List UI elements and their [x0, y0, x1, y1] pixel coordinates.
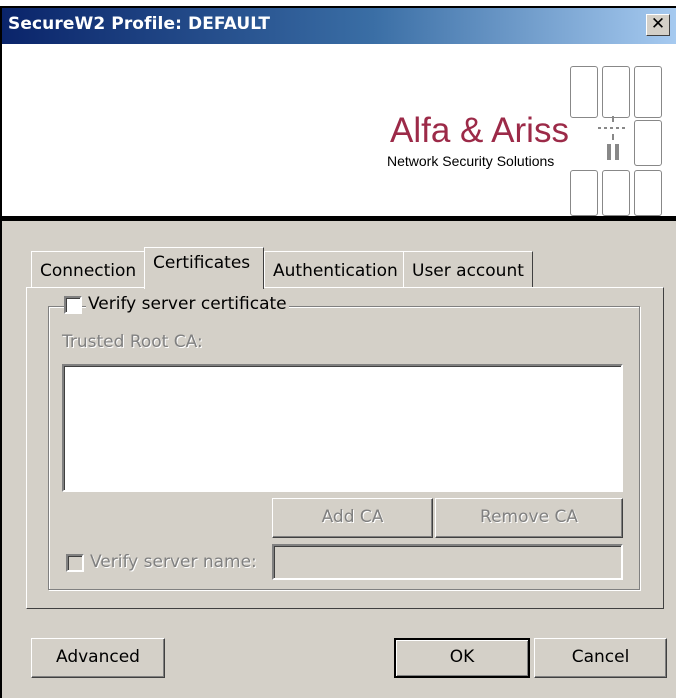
verify-server-name-checkbox[interactable] — [66, 554, 84, 572]
banner-divider — [2, 216, 676, 221]
logo-box — [570, 170, 598, 216]
button-label: OK — [449, 647, 475, 667]
logo-box — [602, 170, 630, 216]
trusted-root-ca-list[interactable] — [62, 364, 623, 492]
verify-server-certificate-label[interactable]: Verify server certificate — [86, 294, 289, 314]
button-label: Remove CA — [480, 507, 578, 527]
window-title: SecureW2 Profile: DEFAULT — [8, 14, 271, 34]
vendor-banner: Alfa & Ariss Network Security Solutions — [2, 44, 676, 216]
trusted-root-ca-label: Trusted Root CA: — [60, 332, 205, 352]
remove-ca-button[interactable]: Remove CA — [435, 498, 623, 538]
close-button[interactable]: ✕ — [646, 14, 670, 36]
logo-box — [570, 66, 598, 118]
logo-box — [634, 66, 662, 118]
server-name-field[interactable] — [272, 544, 623, 580]
tab-label: Connection — [40, 261, 137, 281]
tab-connection[interactable]: Connection — [31, 251, 145, 288]
button-label: Cancel — [571, 647, 630, 667]
tab-authentication[interactable]: Authentication — [264, 251, 404, 288]
cancel-button[interactable]: Cancel — [534, 638, 667, 678]
brand-name: Alfa & Ariss — [390, 111, 569, 150]
close-icon: ✕ — [650, 14, 666, 34]
button-label: Advanced — [56, 647, 140, 667]
logo-box — [602, 66, 630, 118]
tab-user-account[interactable]: User account — [403, 251, 533, 288]
button-label: Add CA — [321, 507, 384, 527]
tab-certificates[interactable]: Certificates — [144, 247, 264, 289]
tab-label: User account — [412, 261, 524, 281]
logo-box — [634, 170, 662, 216]
verify-server-certificate-checkbox[interactable] — [64, 296, 82, 314]
tab-label: Authentication — [273, 261, 398, 281]
advanced-button[interactable]: Advanced — [31, 638, 165, 678]
ok-button[interactable]: OK — [394, 638, 530, 678]
tab-label: Certificates — [153, 253, 251, 273]
brand-tagline: Network Security Solutions — [387, 153, 555, 169]
logo-mark-icon — [598, 116, 628, 160]
profile-dialog: SecureW2 Profile: DEFAULT ✕ Alfa & Ariss… — [0, 6, 676, 698]
add-ca-button[interactable]: Add CA — [272, 498, 433, 538]
title-bar[interactable]: SecureW2 Profile: DEFAULT ✕ — [2, 8, 676, 44]
verify-server-name-label[interactable]: Verify server name: — [88, 552, 259, 572]
logo-box — [634, 120, 662, 166]
